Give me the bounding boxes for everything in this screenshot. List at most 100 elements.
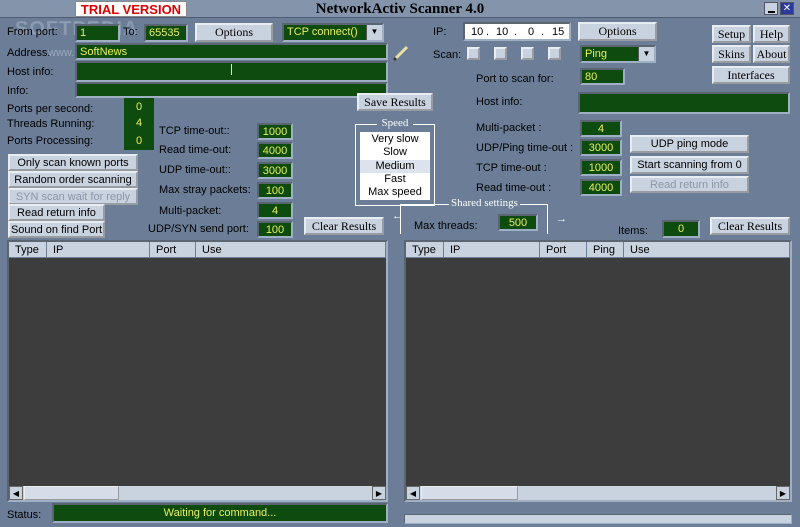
max-threads-field[interactable]: 500: [498, 214, 538, 231]
right-results-list[interactable]: Type IP Port Ping Use ◀ ▶: [404, 240, 792, 502]
ip-address-field[interactable]: 10 . 10 . 0 . 15: [463, 22, 571, 41]
read-return-info-button[interactable]: Read return info: [8, 204, 105, 221]
info-label: Info:: [7, 85, 29, 97]
right-read-return-info-button[interactable]: Read return info: [630, 176, 749, 193]
left-col-ip[interactable]: IP: [47, 242, 150, 258]
scan-checkbox-2[interactable]: [494, 47, 507, 60]
arrow-right-icon: →: [556, 213, 567, 225]
udp-syn-port-label: UDP/SYN send port:: [148, 223, 249, 235]
right-host-info-label: Host info:: [476, 96, 523, 108]
close-icon[interactable]: ✕: [780, 2, 794, 15]
threads-label: Threads Running:: [7, 118, 95, 130]
left-options-button[interactable]: Options: [195, 23, 273, 42]
right-read-timeout-field[interactable]: 4000: [580, 179, 622, 196]
chevron-down-icon[interactable]: ▼: [366, 25, 382, 40]
sound-on-find-button[interactable]: Sound on find Port: [8, 221, 105, 238]
skins-button[interactable]: Skins: [712, 45, 751, 63]
random-order-button[interactable]: Random order scanning: [8, 171, 138, 188]
scan-checkbox-3[interactable]: [521, 47, 534, 60]
port-to-scan-field[interactable]: 80: [580, 68, 625, 85]
pencil-icon[interactable]: [391, 43, 411, 63]
right-col-use[interactable]: Use: [624, 242, 790, 258]
scan-label: Scan:: [433, 49, 462, 61]
tcp-timeout-label: TCP time-out::: [159, 125, 230, 137]
speed-medium[interactable]: Medium: [360, 160, 430, 173]
scroll-left-arrow-icon[interactable]: ◀: [9, 486, 23, 500]
scan-checkbox-4[interactable]: [548, 47, 561, 60]
to-label: To:: [123, 26, 138, 38]
left-horizontal-scrollbar[interactable]: ◀ ▶: [9, 486, 386, 500]
right-options-button[interactable]: Options: [578, 22, 657, 41]
udp-syn-port-field[interactable]: 100: [257, 221, 293, 238]
read-timeout-field[interactable]: 4000: [257, 142, 293, 159]
help-button[interactable]: Help: [753, 25, 790, 43]
scan-checkbox-1[interactable]: [467, 47, 480, 60]
items-label: Items:: [618, 225, 648, 237]
speed-fast[interactable]: Fast: [360, 173, 430, 186]
speed-max[interactable]: Max speed: [360, 186, 430, 199]
ip-dot: .: [541, 26, 545, 38]
speed-very-slow[interactable]: Very slow: [360, 133, 430, 146]
speed-title: Speed: [377, 117, 413, 129]
scroll-right-arrow-icon[interactable]: ▶: [776, 486, 790, 500]
scan-method-dropdown[interactable]: TCP connect() ▼: [282, 23, 384, 42]
speed-list: Very slow Slow Medium Fast Max speed: [360, 132, 430, 200]
right-col-port[interactable]: Port: [540, 242, 587, 258]
ip-octet-1[interactable]: 10: [471, 25, 483, 40]
from-port-field[interactable]: 1: [75, 24, 120, 42]
left-clear-results-button[interactable]: Clear Results: [304, 217, 384, 235]
ip-octet-4[interactable]: 15: [552, 25, 564, 40]
interfaces-button[interactable]: Interfaces: [712, 66, 790, 84]
ip-octet-2[interactable]: 10: [496, 25, 508, 40]
processing-label: Ports Processing:: [7, 135, 94, 147]
read-timeout-label: Read time-out:: [159, 144, 232, 156]
ping-method-dropdown[interactable]: Ping ▼: [580, 45, 656, 63]
udp-timeout-field[interactable]: 3000: [257, 162, 293, 179]
right-col-ping[interactable]: Ping: [587, 242, 624, 258]
right-tcp-timeout-label: TCP time-out :: [476, 162, 547, 174]
setup-button[interactable]: Setup: [712, 25, 751, 43]
ping-method-value: Ping: [585, 48, 608, 60]
right-col-type[interactable]: Type: [406, 242, 444, 258]
start-scanning-from-button[interactable]: Start scanning from 0: [630, 156, 749, 174]
right-clear-results-button[interactable]: Clear Results: [710, 217, 790, 235]
right-horizontal-scrollbar[interactable]: ◀ ▶: [406, 486, 790, 500]
to-port-field[interactable]: 65535: [144, 24, 188, 42]
multi-packet-field[interactable]: 4: [257, 202, 293, 219]
ip-label: IP:: [433, 26, 447, 38]
pps-value: 0: [135, 101, 143, 113]
only-known-ports-button[interactable]: Only scan known ports: [8, 154, 138, 171]
udp-ping-mode-button[interactable]: UDP ping mode: [630, 135, 749, 153]
status-label: Status:: [7, 509, 42, 521]
udp-ping-timeout-field[interactable]: 3000: [580, 139, 622, 156]
left-col-use[interactable]: Use: [196, 242, 386, 258]
minimize-icon[interactable]: [764, 2, 778, 15]
save-results-button[interactable]: Save Results: [357, 93, 433, 111]
right-multi-packet-field[interactable]: 4: [580, 120, 622, 137]
scroll-thumb[interactable]: [24, 486, 119, 500]
tcp-timeout-field[interactable]: 1000: [257, 123, 293, 140]
scroll-left-arrow-icon[interactable]: ◀: [406, 486, 420, 500]
address-field[interactable]: SoftNews: [75, 43, 388, 60]
ip-octet-3[interactable]: 0: [528, 25, 534, 40]
left-results-list[interactable]: Type IP Port Use ◀ ▶: [7, 240, 388, 502]
right-col-ip[interactable]: IP: [444, 242, 540, 258]
right-tcp-timeout-field[interactable]: 1000: [580, 159, 622, 176]
max-stray-field[interactable]: 100: [257, 182, 293, 199]
max-threads-label: Max threads:: [414, 220, 478, 232]
udp-timeout-label: UDP time-out::: [159, 164, 231, 176]
info-display: [75, 82, 388, 98]
left-col-type[interactable]: Type: [9, 242, 47, 258]
scan-method-value: TCP connect(): [287, 26, 358, 38]
scroll-thumb[interactable]: [421, 486, 518, 500]
about-button[interactable]: About: [753, 45, 790, 63]
speed-slow[interactable]: Slow: [360, 146, 430, 159]
ip-dot: .: [486, 26, 490, 38]
right-host-info-display: [578, 92, 790, 114]
right-status-strip: [404, 514, 792, 524]
syn-wait-button[interactable]: SYN scan wait for reply: [8, 188, 138, 205]
left-col-port[interactable]: Port: [150, 242, 196, 258]
chevron-down-icon[interactable]: ▼: [638, 47, 654, 61]
scroll-right-arrow-icon[interactable]: ▶: [372, 486, 386, 500]
text-cursor: [231, 64, 232, 75]
